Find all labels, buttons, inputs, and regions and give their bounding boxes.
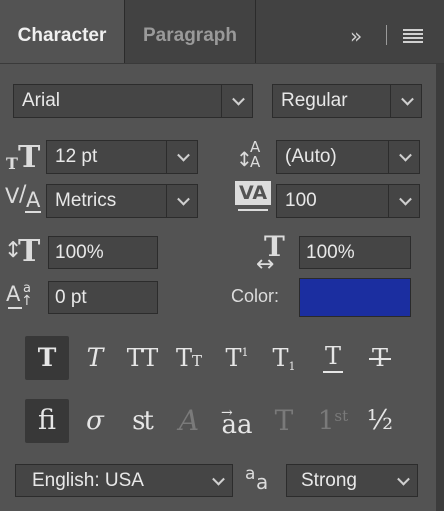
tab-bar-border — [0, 63, 444, 64]
tracking-dropdown[interactable]: 100 — [276, 184, 420, 218]
font-size-dropdown[interactable]: 12 pt — [46, 140, 198, 174]
chevron-down-icon — [232, 92, 245, 106]
panel-menu-icon[interactable] — [403, 29, 423, 43]
vertical-scale-input[interactable]: 100% — [48, 236, 158, 269]
font-size-icon: T T — [6, 140, 41, 175]
chevron-down-icon — [212, 472, 225, 486]
panel-edge — [436, 64, 444, 511]
faux-bold-button[interactable]: T — [25, 336, 69, 380]
chevron-down-icon — [397, 472, 410, 486]
chevron-down-icon — [399, 192, 412, 206]
color-label: Color: — [231, 286, 280, 306]
tracking-icon: VA — [235, 181, 271, 215]
font-size-value: 12 pt — [55, 146, 98, 167]
baseline-shift-value: 0 pt — [55, 287, 87, 308]
horizontal-scale-icon: T ↔ — [256, 230, 285, 277]
antialiasing-dropdown[interactable]: Strong — [286, 464, 418, 497]
fractions-button[interactable]: ½ — [358, 399, 402, 443]
kerning-value: Metrics — [55, 190, 117, 211]
contextual-alternates-button[interactable]: σ — [73, 399, 117, 443]
standard-ligatures-button[interactable]: fi — [25, 399, 69, 443]
subscript-button[interactable]: T1 — [262, 336, 306, 380]
vertical-scale-value: 100% — [55, 242, 104, 263]
language-value: English: USA — [32, 470, 144, 491]
leading-icon: ↕ A A — [236, 138, 261, 171]
font-family-value: Arial — [22, 90, 61, 111]
font-style-value: Regular — [281, 90, 348, 111]
tab-character[interactable]: Character — [0, 0, 124, 64]
baseline-shift-icon: A a ↑ — [6, 281, 33, 309]
strikethrough-button[interactable]: T — [358, 336, 402, 380]
antialiasing-value: Strong — [301, 470, 357, 491]
leading-dropdown[interactable]: (Auto) — [276, 140, 420, 174]
header-separator — [386, 25, 387, 45]
stylistic-alternates-button[interactable]: → aa — [215, 399, 259, 443]
chevron-down-icon — [177, 148, 190, 162]
leading-value: (Auto) — [285, 146, 337, 167]
tab-paragraph[interactable]: Paragraph — [125, 0, 255, 64]
horizontal-scale-value: 100% — [306, 242, 355, 263]
horizontal-scale-input[interactable]: 100% — [299, 236, 411, 269]
underline-button[interactable]: T — [311, 336, 355, 380]
all-caps-button[interactable]: TT — [120, 336, 164, 380]
character-panel: Character Paragraph » Arial Regular T T … — [0, 0, 444, 511]
kerning-icon: V / A — [5, 182, 41, 213]
superscript-button[interactable]: T1 — [215, 336, 259, 380]
tab-divider — [255, 0, 256, 64]
faux-italic-button[interactable]: T — [73, 336, 117, 380]
kerning-dropdown[interactable]: Metrics — [46, 184, 198, 218]
baseline-shift-input[interactable]: 0 pt — [48, 281, 158, 314]
vertical-scale-icon: ↕ T — [4, 234, 41, 269]
chevron-down-icon — [401, 92, 414, 106]
discretionary-ligatures-button[interactable]: st — [120, 399, 164, 443]
tracking-value: 100 — [285, 190, 317, 211]
antialiasing-icon: a a — [245, 464, 269, 494]
small-caps-button[interactable]: TT — [167, 336, 211, 380]
swash-button: A — [178, 404, 200, 437]
chevron-down-icon — [177, 192, 190, 206]
font-style-dropdown[interactable]: Regular — [272, 84, 422, 118]
language-dropdown[interactable]: English: USA — [15, 464, 233, 497]
chevron-down-icon — [399, 148, 412, 162]
color-swatch[interactable] — [299, 278, 411, 317]
ordinals-button: 1st — [317, 406, 349, 436]
expand-icon[interactable]: » — [350, 24, 362, 48]
titling-alternates-button: T — [274, 404, 294, 437]
font-family-dropdown[interactable]: Arial — [13, 84, 253, 118]
